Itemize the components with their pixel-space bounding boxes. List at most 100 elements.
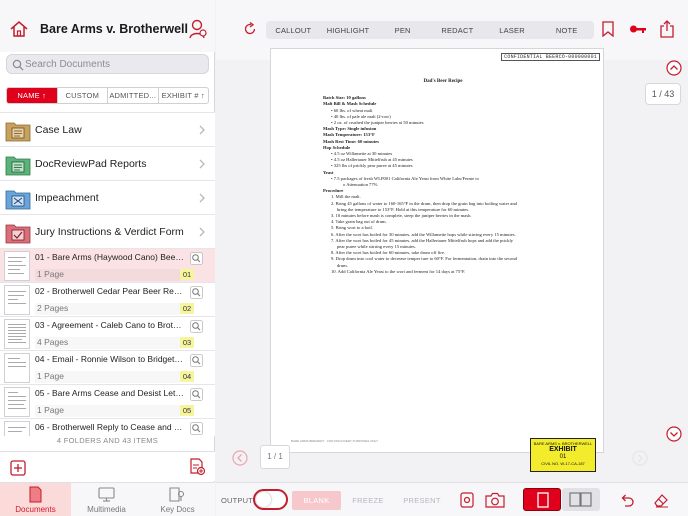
redact-button[interactable]: REDACT bbox=[430, 21, 485, 39]
confidential-stamp: CONFIDENTIAL BEERCO-000000001 bbox=[501, 53, 600, 61]
new-document-icon[interactable] bbox=[188, 458, 206, 476]
exhibit-civil-number: CIVIL NO. W-17-CA-187 bbox=[541, 461, 585, 466]
blank-button[interactable]: BLANK bbox=[292, 491, 341, 510]
page-text-lines: Batch Size: 10 gallons Malt Bill & Mash S… bbox=[323, 95, 563, 275]
output-label: OUTPUT bbox=[221, 496, 254, 505]
chevron-right-icon bbox=[198, 227, 206, 237]
document-row[interactable]: 04 - Email - Ronnie Wilson to Bridget Jo… bbox=[0, 350, 215, 384]
folder-label: DocReviewPad Reports bbox=[35, 158, 147, 170]
document-thumbnail bbox=[4, 353, 30, 383]
tab-label: Documents bbox=[15, 505, 56, 514]
key-document-icon[interactable] bbox=[629, 22, 647, 36]
document-row[interactable]: 06 - Brotherwell Reply to Cease and Desi… bbox=[0, 418, 215, 436]
search-input[interactable] bbox=[25, 56, 205, 73]
share-icon[interactable] bbox=[660, 20, 674, 38]
document-title: 02 - Brotherwell Cedar Pear Beer Recipe bbox=[35, 286, 185, 296]
tab-key-docs[interactable]: Key Docs bbox=[142, 483, 213, 516]
document-page[interactable]: CONFIDENTIAL BEERCO-000000001 Dad's Beer… bbox=[270, 48, 604, 453]
document-title: 06 - Brotherwell Reply to Cease and Desi… bbox=[35, 422, 185, 432]
refresh-icon[interactable] bbox=[243, 22, 257, 36]
case-title: Bare Arms v. Brotherwell bbox=[40, 22, 188, 36]
page-heading: Dad's Beer Recipe bbox=[423, 79, 463, 84]
sort-name-button[interactable]: NAME ↑ bbox=[7, 88, 58, 103]
folder-row-case-law[interactable]: Case Law bbox=[0, 112, 215, 146]
bottom-tab-bar: Documents Multimedia Key Docs bbox=[0, 482, 215, 516]
freeze-button[interactable]: FREEZE bbox=[346, 491, 390, 510]
preview-search-icon[interactable] bbox=[190, 252, 203, 265]
document-row[interactable]: 05 - Bare Arms Cease and Desist Letter 1… bbox=[0, 384, 215, 418]
user-settings-icon[interactable] bbox=[188, 18, 208, 40]
chevron-right-icon bbox=[198, 125, 206, 135]
tab-label: Key Docs bbox=[160, 505, 195, 514]
bookmark-icon[interactable] bbox=[602, 21, 614, 37]
folder-row-impeachment[interactable]: Impeachment bbox=[0, 180, 215, 214]
folder-row-jury-instructions[interactable]: Jury Instructions & Verdict Form bbox=[0, 214, 215, 248]
tab-documents[interactable]: Documents bbox=[0, 483, 71, 516]
exhibit-label: EXHIBIT bbox=[549, 446, 577, 453]
impeachment-folder-icon bbox=[5, 188, 31, 210]
search-box[interactable] bbox=[6, 54, 209, 74]
sort-custom-button[interactable]: CUSTOM bbox=[58, 88, 108, 103]
folder-row-docreviewpad-reports[interactable]: DocReviewPad Reports bbox=[0, 146, 215, 180]
document-icon bbox=[27, 486, 44, 503]
document-title: 04 - Email - Ronnie Wilson to Bridget Jo… bbox=[35, 354, 185, 364]
single-page-view-button[interactable] bbox=[523, 488, 561, 511]
sort-admitted-button[interactable]: ADMITTED... bbox=[108, 88, 159, 103]
exhibit-number-badge: 03 bbox=[180, 337, 194, 348]
item-count: 4 FOLDERS AND 43 ITEMS bbox=[56, 436, 159, 445]
document-thumbnail bbox=[4, 251, 30, 281]
folder-icon bbox=[5, 120, 31, 142]
callout-button[interactable]: CALLOUT bbox=[266, 21, 321, 39]
chevron-right-icon bbox=[198, 193, 206, 203]
sidebar-header: Bare Arms v. Brotherwell bbox=[0, 0, 215, 52]
note-button[interactable]: NOTE bbox=[539, 21, 594, 39]
output-toolbar: OUTPUT BLANK FREEZE PRESENT bbox=[216, 482, 688, 516]
undo-icon[interactable] bbox=[619, 492, 635, 508]
output-toggle[interactable] bbox=[253, 489, 288, 510]
next-page-icon[interactable] bbox=[632, 450, 648, 466]
sort-control: NAME ↑ CUSTOM ADMITTED... EXHIBIT # ↑ bbox=[6, 87, 209, 104]
preview-search-icon[interactable] bbox=[190, 320, 203, 333]
document-thumbnail bbox=[4, 319, 30, 349]
chevron-right-icon bbox=[198, 159, 206, 169]
scroll-down-icon[interactable] bbox=[666, 426, 682, 442]
sort-exhibit-button[interactable]: EXHIBIT # ↑ bbox=[159, 88, 209, 103]
document-title: 01 - Bare Arms (Haywood Cano) Beer Recip… bbox=[35, 252, 185, 262]
annotation-tools: CALLOUT HIGHLIGHT PEN REDACT LASER NOTE bbox=[266, 21, 594, 39]
camera-icon[interactable] bbox=[485, 492, 505, 508]
two-page-view-button[interactable] bbox=[562, 488, 600, 511]
laser-button[interactable]: LASER bbox=[485, 21, 540, 39]
document-row[interactable]: 01 - Bare Arms (Haywood Cano) Beer Recip… bbox=[0, 248, 215, 282]
sidebar: Bare Arms v. Brotherwell NAME ↑ CUSTOM A… bbox=[0, 0, 215, 516]
home-icon[interactable] bbox=[9, 19, 29, 39]
app-window: Bare Arms v. Brotherwell NAME ↑ CUSTOM A… bbox=[0, 0, 688, 516]
preview-search-icon[interactable] bbox=[190, 422, 203, 435]
document-title: 03 - Agreement - Caleb Cano to Brotherwe… bbox=[35, 320, 185, 330]
pen-button[interactable]: PEN bbox=[375, 21, 430, 39]
exhibit-sticker[interactable]: BARE ARMS v. BROTHERWELL EXHIBIT 01 CIVI… bbox=[530, 438, 596, 472]
document-page-count: 4 Pages bbox=[35, 337, 180, 349]
add-icon[interactable] bbox=[10, 460, 26, 476]
folder-label: Case Law bbox=[35, 124, 82, 136]
exhibit-number-badge: 05 bbox=[180, 405, 194, 416]
document-row[interactable]: 02 - Brotherwell Cedar Pear Beer Recipe … bbox=[0, 282, 215, 316]
page-counter[interactable]: 1 / 43 bbox=[645, 83, 681, 105]
search-icon bbox=[12, 59, 24, 71]
record-icon[interactable] bbox=[460, 492, 474, 508]
preview-search-icon[interactable] bbox=[190, 354, 203, 367]
eraser-icon[interactable] bbox=[653, 492, 669, 508]
preview-search-icon[interactable] bbox=[190, 388, 203, 401]
preview-search-icon[interactable] bbox=[190, 286, 203, 299]
page-footer: BARE ARMS BREWERY · FOR DISCOVERY PURPOS… bbox=[291, 439, 379, 443]
toggle-knob bbox=[256, 492, 271, 507]
document-thumbnail bbox=[4, 387, 30, 417]
key-docs-icon bbox=[169, 486, 186, 503]
highlight-button[interactable]: HIGHLIGHT bbox=[321, 21, 376, 39]
present-button[interactable]: PRESENT bbox=[396, 491, 448, 510]
previous-page-icon[interactable] bbox=[232, 450, 248, 466]
tab-multimedia[interactable]: Multimedia bbox=[71, 483, 142, 516]
document-row[interactable]: 03 - Agreement - Caleb Cano to Brotherwe… bbox=[0, 316, 215, 350]
page-viewer[interactable]: CONFIDENTIAL BEERCO-000000001 Dad's Beer… bbox=[216, 48, 688, 480]
exhibit-number-badge: 01 bbox=[180, 269, 194, 280]
scroll-up-icon[interactable] bbox=[666, 60, 682, 76]
